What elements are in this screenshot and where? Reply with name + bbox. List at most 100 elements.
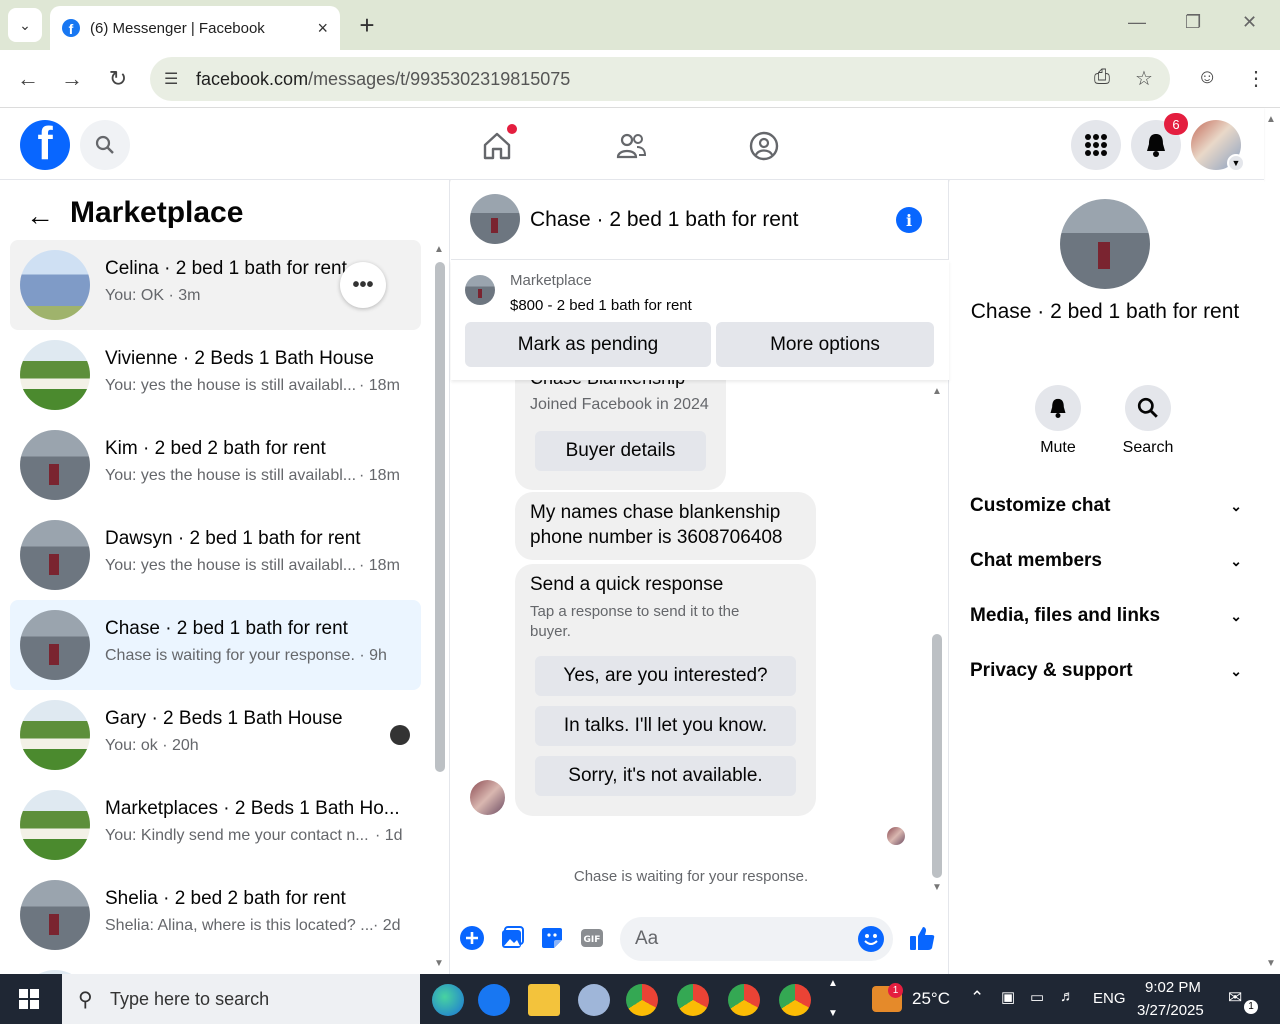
site-settings-icon[interactable]: ☰ (164, 69, 178, 89)
sender-avatar[interactable] (470, 780, 505, 815)
back-arrow-icon[interactable]: ← (15, 66, 41, 92)
emoji-icon[interactable] (858, 926, 884, 952)
clock-date[interactable]: 3/27/2025 (1137, 1002, 1204, 1019)
chrome-app-icon[interactable] (728, 984, 760, 1016)
new-tab-icon[interactable]: + (354, 10, 380, 41)
media-files-links-section[interactable]: Media, files and links ⌄ (970, 601, 1242, 631)
language-indicator[interactable]: ENG (1093, 990, 1126, 1007)
more-options-button[interactable]: More options (716, 322, 934, 367)
listing-price[interactable]: $800 - 2 bed 1 bath for rent (510, 297, 692, 314)
search-in-conversation-button[interactable]: Search (1113, 385, 1183, 457)
quick-response-button[interactable]: Yes, are you interested? (535, 656, 796, 696)
reload-icon[interactable]: ↻ (105, 66, 131, 92)
message-scrollbar[interactable] (932, 634, 942, 878)
quick-response-button[interactable]: Sorry, it's not available. (535, 756, 796, 796)
file-explorer-icon[interactable] (528, 984, 560, 1016)
like-thumb-icon[interactable] (907, 923, 937, 953)
clock-time[interactable]: 9:02 PM (1145, 979, 1201, 996)
facebook-logo-icon[interactable]: f (20, 120, 70, 170)
facebook-app-icon[interactable] (478, 984, 510, 1016)
gif-icon[interactable]: GIF (579, 925, 605, 951)
conversation-item[interactable]: Gary · 2 Beds 1 Bath House You: ok · 20h (10, 690, 421, 780)
chrome-app-icon[interactable] (779, 984, 811, 1016)
conversation-item[interactable]: Shelia · 2 bed 2 bath for rent Shelia: A… (10, 870, 421, 960)
restore-icon[interactable]: ❐ (1185, 12, 1201, 33)
page-scroll-up-icon[interactable]: ▲ (1266, 114, 1276, 125)
plus-icon[interactable] (459, 925, 485, 951)
more-options-button[interactable]: ••• (340, 262, 386, 308)
tab-search-dropdown-icon[interactable]: ⌄ (8, 8, 42, 42)
back-arrow-icon[interactable]: ← (26, 200, 54, 232)
conversation-item[interactable]: Celina · 2 bed 1 bath for rent You: OK ·… (10, 240, 421, 330)
window-close-icon[interactable]: ✕ (1242, 12, 1257, 33)
conversation-preview: Shelia: Alina, where is this located? ..… (105, 917, 374, 934)
app-icon[interactable] (578, 984, 610, 1016)
mute-button[interactable]: Mute (1023, 385, 1093, 457)
info-icon[interactable]: i (896, 207, 922, 233)
scroll-down-arrow-icon[interactable]: ▼ (434, 958, 444, 969)
scroll-down-arrow-icon[interactable]: ▼ (932, 882, 942, 893)
volume-icon[interactable]: ♬ (1060, 988, 1075, 1005)
facebook-search-button[interactable] (80, 120, 130, 170)
bookmark-star-icon[interactable]: ☆ (1135, 66, 1153, 91)
buyer-info-card: Chase Blankenship Joined Facebook in 202… (515, 380, 726, 490)
show-hidden-icons-icon[interactable]: ⌃ (970, 988, 984, 1008)
menu-grid-button[interactable] (1071, 120, 1121, 170)
buyer-details-button[interactable]: Buyer details (535, 431, 706, 471)
conversation-item[interactable]: Dawsyn · 2 bed 1 bath for rent You: yes … (10, 510, 421, 600)
notification-badge: 1 (1244, 1000, 1258, 1014)
chrome-app-icon[interactable] (626, 984, 658, 1016)
conversation-item[interactable] (10, 960, 421, 974)
scroll-up-arrow-icon[interactable]: ▲ (434, 244, 444, 255)
forward-arrow-icon[interactable]: → (59, 66, 85, 92)
groups-nav-icon[interactable] (744, 126, 784, 166)
browser-tab-messenger[interactable]: f (6) Messenger | Facebook × (50, 6, 340, 50)
details-avatar[interactable] (1060, 199, 1150, 289)
mark-as-pending-button[interactable]: Mark as pending (465, 322, 711, 367)
chat-avatar[interactable] (470, 194, 520, 244)
windows-start-icon[interactable] (19, 989, 39, 1014)
taskbar-search-box[interactable]: ⚲ Type here to search (62, 974, 420, 1024)
temperature[interactable]: 25°C (912, 989, 950, 1009)
conversation-item-selected[interactable]: Chase · 2 bed 1 bath for rent Chase is w… (10, 600, 421, 690)
friends-nav-icon[interactable] (611, 126, 651, 166)
meet-now-icon[interactable]: ▣ (1001, 988, 1015, 1006)
edge-app-icon[interactable] (432, 984, 464, 1016)
facebook-favicon-icon: f (62, 19, 80, 37)
photo-icon[interactable] (499, 925, 525, 951)
section-label: Privacy & support (970, 660, 1133, 681)
minimize-icon[interactable]: — (1128, 12, 1146, 33)
conversation-list-scrollbar[interactable] (435, 262, 445, 772)
windows-taskbar: ⚲ Type here to search ▲ ▼ 1 25°C ⌃ ▣ ▭ ♬… (0, 974, 1280, 1024)
page-scroll-down-icon[interactable]: ▼ (1266, 958, 1276, 969)
network-icon[interactable]: ▭ (1030, 988, 1044, 1006)
home-nav-icon[interactable] (477, 124, 517, 166)
chat-members-section[interactable]: Chat members ⌄ (970, 546, 1242, 576)
address-bar[interactable]: ☰ facebook.com/messages/t/99353023198150… (150, 57, 1170, 101)
chrome-app-icon[interactable] (677, 984, 709, 1016)
conversation-name: Chase · 2 bed 1 bath for rent (105, 618, 348, 639)
customize-chat-section[interactable]: Customize chat ⌄ (970, 491, 1242, 521)
taskbar-scroll-up-icon[interactable]: ▲ (828, 978, 838, 989)
taskbar-scroll-down-icon[interactable]: ▼ (828, 1008, 838, 1019)
tab-close-icon[interactable]: × (317, 18, 328, 39)
listing-thumbnail[interactable] (465, 275, 495, 305)
scroll-up-arrow-icon[interactable]: ▲ (932, 386, 942, 397)
browser-menu-icon[interactable]: ⋮ (1246, 66, 1266, 91)
chat-title[interactable]: Chase · 2 bed 1 bath for rent (530, 208, 799, 232)
conversation-item[interactable]: Vivienne · 2 Beds 1 Bath House You: yes … (10, 330, 421, 420)
waiting-status: Chase is waiting for your response. (573, 868, 809, 885)
chevron-down-icon: ⌄ (1230, 552, 1242, 569)
sticker-icon[interactable] (539, 925, 565, 951)
page-title: Marketplace (70, 196, 244, 229)
privacy-support-section[interactable]: Privacy & support ⌄ (970, 656, 1242, 686)
quick-response-button[interactable]: In talks. I'll let you know. (535, 706, 796, 746)
message-input[interactable]: Aa (620, 917, 893, 961)
conversation-item[interactable]: Kim · 2 bed 2 bath for rent You: yes the… (10, 420, 421, 510)
account-avatar[interactable]: ▼ (1191, 120, 1245, 172)
conversation-item[interactable]: Marketplaces · 2 Beds 1 Bath Ho... You: … (10, 780, 421, 870)
profile-icon[interactable]: ☺ (1197, 66, 1217, 89)
install-app-icon[interactable]: ⎙ (1094, 66, 1110, 89)
action-center-icon[interactable]: ✉ (1228, 988, 1242, 1008)
marketplace-conversation-list: ← Marketplace Celina · 2 bed 1 bath for … (0, 180, 450, 974)
